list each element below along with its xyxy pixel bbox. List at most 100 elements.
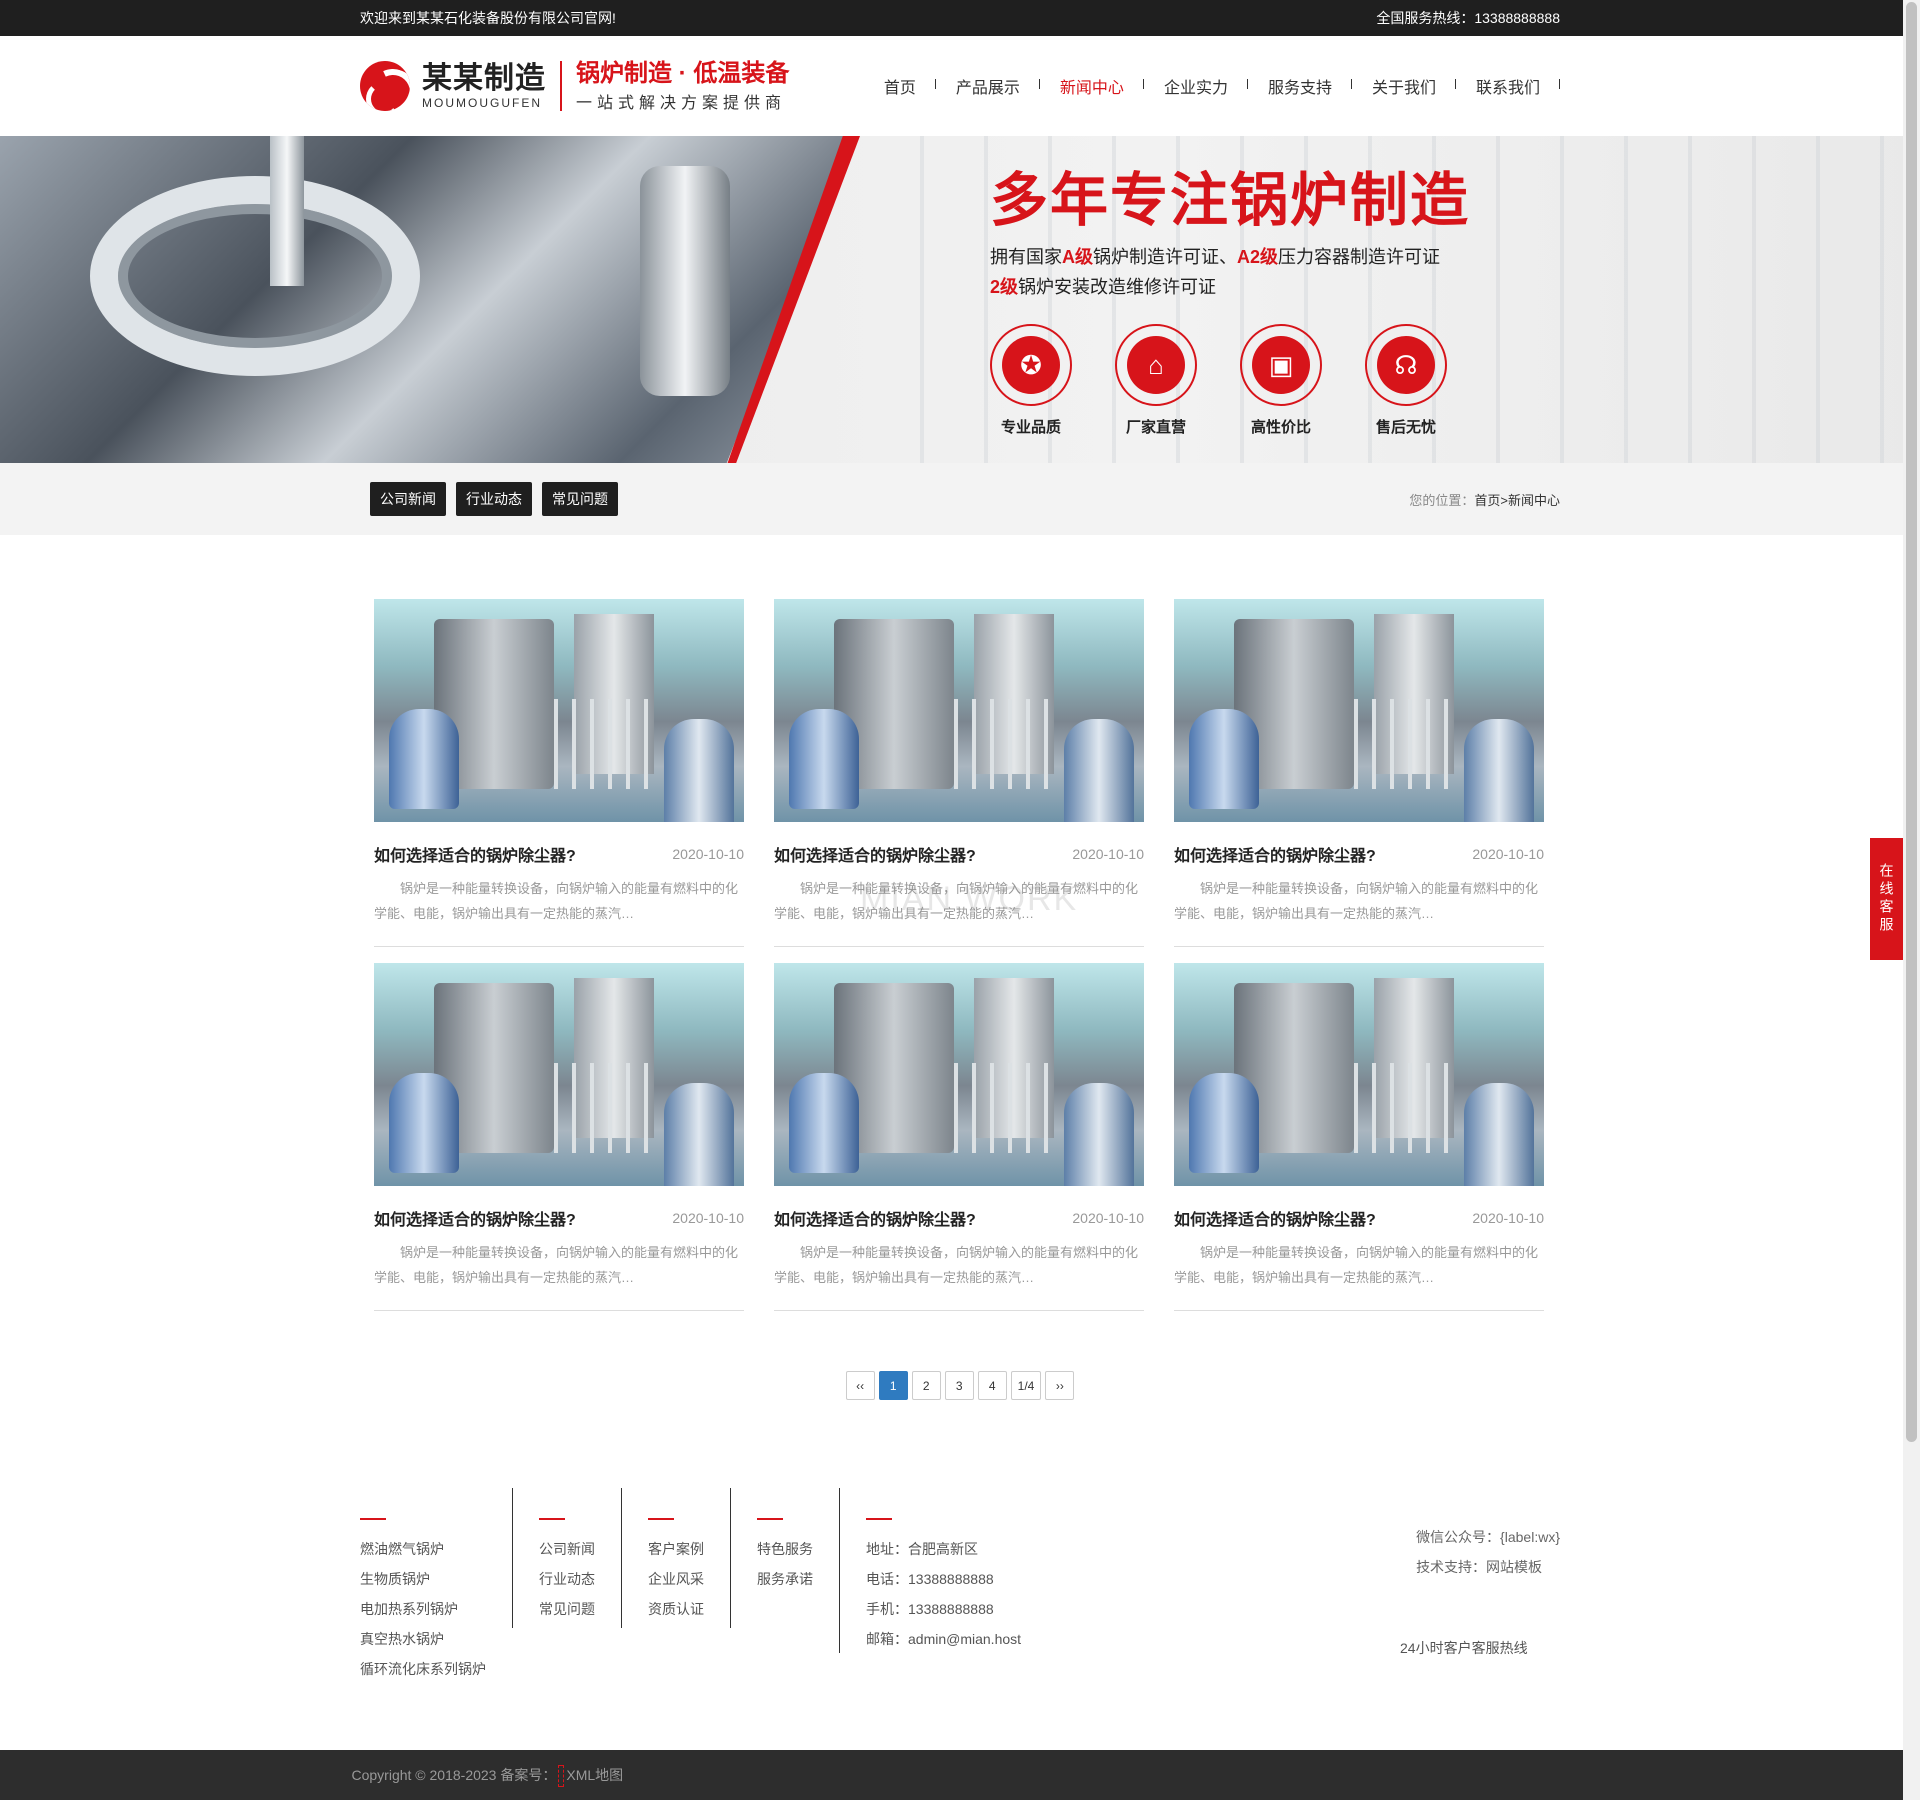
pager-next-button[interactable]: ››	[1045, 1371, 1075, 1400]
news-thumbnail[interactable]	[774, 599, 1144, 822]
news-card[interactable]: 如何选择适合的锅炉除尘器? 2020-10-10 锅炉是一种能量转换设备，向锅炉输…	[374, 963, 744, 1311]
pager-page-4[interactable]: 4	[977, 1371, 1007, 1400]
category-industry[interactable]: 行业动态	[456, 482, 532, 516]
footer-link[interactable]: 资质认证	[648, 1594, 704, 1624]
news-summary: 锅炉是一种能量转换设备，向锅炉输入的能量有燃料中的化学能、电能，锅炉输出具有一定…	[1174, 881, 1539, 921]
news-date: 2020-10-10	[1072, 846, 1144, 862]
footer-address: 地址：合肥高新区	[866, 1541, 978, 1557]
footer-divider	[730, 1488, 731, 1628]
nav-strength[interactable]: 企业实力	[1144, 74, 1248, 98]
store-icon: ⌂	[1127, 336, 1185, 394]
news-date: 2020-10-10	[1072, 1210, 1144, 1226]
category-faq[interactable]: 常见问题	[542, 482, 618, 516]
scrollbar-thumb[interactable]	[1906, 2, 1917, 1442]
news-title[interactable]: 如何选择适合的锅炉除尘器?	[774, 842, 976, 866]
sitemap-link[interactable]: XML地图	[566, 1767, 623, 1783]
news-title[interactable]: 如何选择适合的锅炉除尘器?	[1174, 1206, 1376, 1230]
footer-cases-column: 客户案例 企业风采 资质认证	[648, 1488, 704, 1718]
pager-prev-button[interactable]: ‹‹	[845, 1371, 875, 1400]
footer-link[interactable]: 真空热水锅炉	[360, 1624, 486, 1654]
news-card[interactable]: 如何选择适合的锅炉除尘器? 2020-10-10 锅炉是一种能量转换设备，向锅炉输…	[774, 963, 1144, 1311]
hotline-text: 全国服务热线：13388888888	[1376, 10, 1560, 26]
slogan-main: 锅炉制造 · 低温装备	[576, 60, 790, 87]
breadcrumb-home[interactable]: 首页	[1474, 493, 1500, 508]
news-thumbnail[interactable]	[374, 599, 744, 822]
footer-tech-support[interactable]: 技术支持：网站模板	[1416, 1552, 1560, 1582]
slogan-sub: 一站式解决方案提供商	[576, 95, 787, 112]
hero-banner: 多年专注锅炉制造 拥有国家A级锅炉制造许可证、A2级压力容器制造许可证 2级锅炉…	[0, 136, 1920, 463]
footer: 燃油燃气锅炉 生物质锅炉 电加热系列锅炉 真空热水锅炉 循环流化床系列锅炉 公司…	[360, 1488, 1560, 1718]
footer-phone: 电话：13388888888	[866, 1571, 994, 1587]
pager-page-2[interactable]: 2	[911, 1371, 941, 1400]
footer-link[interactable]: 客户案例	[648, 1534, 704, 1564]
wallet-icon: ▣	[1252, 336, 1310, 394]
banner-license-line-2: 2级锅炉安装改造维修许可证	[990, 277, 1217, 297]
main-nav: 首页 产品展示 新闻中心 企业实力 服务支持 关于我们 联系我们	[864, 74, 1561, 98]
footer-divider	[512, 1488, 513, 1628]
news-title[interactable]: 如何选择适合的锅炉除尘器?	[374, 842, 576, 866]
footer-link[interactable]: 循环流化床系列锅炉	[360, 1654, 486, 1684]
watermark: MIAN.WORK	[860, 880, 1079, 918]
feature-direct: ⌂ 厂家直营	[1115, 324, 1240, 437]
news-title[interactable]: 如何选择适合的锅炉除尘器?	[1174, 842, 1376, 866]
breadcrumb: 您的位置：首页>新闻中心	[1409, 492, 1560, 508]
nav-support[interactable]: 服务支持	[1248, 74, 1352, 98]
footer-right-info: 微信公众号：{label:wx} 技术支持：网站模板	[1416, 1522, 1560, 1582]
news-date: 2020-10-10	[672, 1210, 744, 1226]
scrollbar[interactable]	[1903, 0, 1920, 1800]
pager-page-1[interactable]: 1	[878, 1371, 908, 1400]
footer-link[interactable]: 常见问题	[539, 1594, 595, 1624]
footer-mobile: 手机：13388888888	[866, 1601, 994, 1617]
news-thumbnail[interactable]	[774, 963, 1144, 1186]
pagination: ‹‹ 1 2 3 4 1/4 ››	[0, 1371, 1920, 1400]
news-thumbnail[interactable]	[1174, 599, 1544, 822]
footer-link[interactable]: 行业动态	[539, 1564, 595, 1594]
news-card[interactable]: 如何选择适合的锅炉除尘器? 2020-10-10 锅炉是一种能量转换设备，向锅炉输…	[1174, 599, 1544, 947]
news-date: 2020-10-10	[672, 846, 744, 862]
logo-english: MOUMOUGUFEN	[422, 96, 542, 110]
news-summary: 锅炉是一种能量转换设备，向锅炉输入的能量有燃料中的化学能、电能，锅炉输出具有一定…	[1174, 1245, 1539, 1285]
logo[interactable]: 某某制造 MOUMOUGUFEN 锅炉制造 · 低温装备 一站式解决方案提供商	[360, 59, 789, 113]
header: 某某制造 MOUMOUGUFEN 锅炉制造 · 低温装备 一站式解决方案提供商 …	[0, 36, 1920, 136]
nav-products[interactable]: 产品展示	[936, 74, 1040, 98]
feature-aftersales: ☊ 售后无忧	[1365, 324, 1490, 437]
news-title[interactable]: 如何选择适合的锅炉除尘器?	[374, 1206, 576, 1230]
copyright-bar: Copyright © 2018-2023 备案号： XML地图	[0, 1750, 1903, 1800]
nav-about[interactable]: 关于我们	[1352, 74, 1457, 98]
news-date: 2020-10-10	[1472, 1210, 1544, 1226]
online-service-button[interactable]: 在线客服	[1870, 838, 1903, 960]
icp-link-placeholder[interactable]	[558, 1765, 565, 1788]
category-bar: 公司新闻 行业动态 常见问题 您的位置：首页>新闻中心	[0, 463, 1920, 535]
footer-divider	[621, 1488, 622, 1628]
feature-value: ▣ 高性价比	[1240, 324, 1365, 437]
footer-link[interactable]: 公司新闻	[539, 1534, 595, 1564]
footer-link[interactable]: 燃油燃气锅炉	[360, 1534, 486, 1564]
news-grid: 如何选择适合的锅炉除尘器? 2020-10-10 锅炉是一种能量转换设备，向锅炉输…	[360, 599, 1560, 1311]
footer-hotline-label: 24小时客户客服热线	[1400, 1640, 1528, 1656]
breadcrumb-current[interactable]: 新闻中心	[1508, 493, 1560, 508]
top-bar: 欢迎来到某某石化装备股份有限公司官网! 全国服务热线：13388888888	[0, 0, 1920, 36]
footer-email: 邮箱：admin@mian.host	[866, 1631, 1022, 1647]
news-thumbnail[interactable]	[374, 963, 744, 1186]
banner-license-line-1: 拥有国家A级锅炉制造许可证、A2级压力容器制造许可证	[990, 247, 1441, 267]
nav-home[interactable]: 首页	[864, 74, 936, 98]
nav-news[interactable]: 新闻中心	[1040, 74, 1144, 98]
banner-title: 多年专注锅炉制造	[990, 168, 1471, 233]
news-title[interactable]: 如何选择适合的锅炉除尘器?	[774, 1206, 976, 1230]
news-thumbnail[interactable]	[1174, 963, 1544, 1186]
logo-name: 某某制造	[422, 62, 546, 95]
footer-link[interactable]: 服务承诺	[757, 1564, 813, 1594]
news-summary: 锅炉是一种能量转换设备，向锅炉输入的能量有燃料中的化学能、电能，锅炉输出具有一定…	[374, 881, 739, 921]
footer-link[interactable]: 电加热系列锅炉	[360, 1594, 486, 1624]
category-company-news[interactable]: 公司新闻	[370, 482, 446, 516]
nav-contact[interactable]: 联系我们	[1456, 74, 1561, 98]
footer-link[interactable]: 生物质锅炉	[360, 1564, 486, 1594]
copyright-text: Copyright © 2018-2023 备案号：	[351, 1767, 557, 1783]
news-card[interactable]: 如何选择适合的锅炉除尘器? 2020-10-10 锅炉是一种能量转换设备，向锅炉输…	[374, 599, 744, 947]
news-card[interactable]: 如何选择适合的锅炉除尘器? 2020-10-10 锅炉是一种能量转换设备，向锅炉输…	[1174, 963, 1544, 1311]
footer-link[interactable]: 特色服务	[757, 1534, 813, 1564]
pager-page-3[interactable]: 3	[944, 1371, 974, 1400]
news-summary: 锅炉是一种能量转换设备，向锅炉输入的能量有燃料中的化学能、电能，锅炉输出具有一定…	[774, 1245, 1139, 1285]
footer-link[interactable]: 企业风采	[648, 1564, 704, 1594]
logo-divider	[560, 61, 562, 111]
